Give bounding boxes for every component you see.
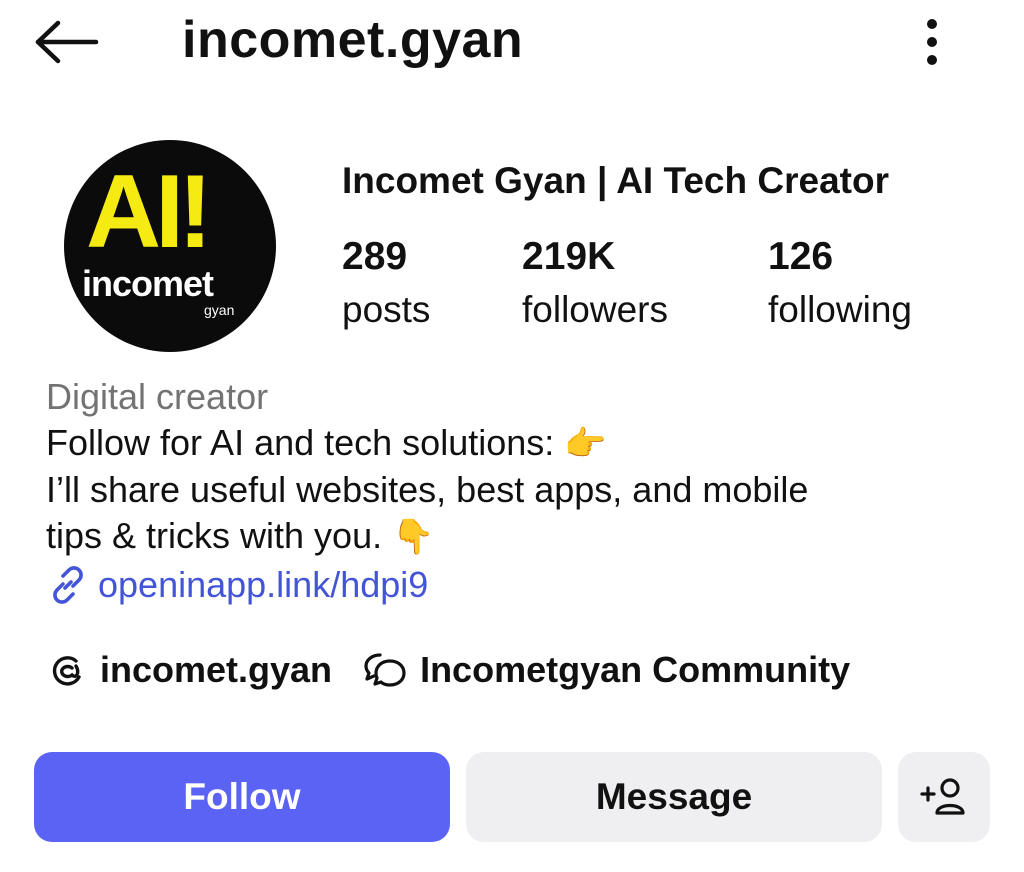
add-person-icon: [920, 778, 965, 815]
profile-display-name: Incomet Gyan | AI Tech Creator: [342, 160, 889, 201]
followers-count: 219K: [522, 235, 616, 278]
message-button[interactable]: Message: [466, 752, 882, 842]
posts-count: 289: [342, 235, 408, 278]
threads-icon: [52, 656, 81, 686]
following-label: following: [768, 289, 912, 330]
bio-link-text: openinapp.link/hdpi9: [98, 564, 429, 605]
avatar-logo-sub: gyan: [204, 302, 235, 318]
suggested-people-button[interactable]: [898, 752, 990, 842]
pointing-down-emoji-icon: 👇: [392, 517, 435, 557]
more-options-button[interactable]: [910, 12, 954, 72]
threads-link[interactable]: incomet.gyan: [46, 642, 332, 698]
threads-handle: incomet.gyan: [100, 649, 333, 690]
stat-followers[interactable]: 219K followers: [522, 232, 668, 338]
arrow-left-icon: [35, 20, 99, 64]
social-links: incomet.gyan Incometgyan Community: [46, 642, 880, 698]
profile-category: Digital creator: [46, 376, 269, 417]
stat-posts[interactable]: 289 posts: [342, 232, 430, 338]
profile-bio: Digital creator Follow for AI and tech s…: [46, 374, 986, 608]
pointing-right-emoji-icon: 👉: [564, 424, 607, 464]
top-bar: incomet.gyan: [0, 0, 1024, 90]
following-count: 126: [768, 235, 834, 278]
profile-avatar[interactable]: AI! incomet gyan: [64, 140, 276, 352]
bio-line: I’ll share useful websites, best apps, a…: [46, 467, 986, 513]
bio-line-text: tips & tricks with you.: [46, 515, 383, 556]
bio-link[interactable]: openinapp.link/hdpi9: [46, 562, 986, 608]
posts-label: posts: [342, 289, 431, 330]
bio-line: Follow for AI and tech solutions: 👉: [46, 420, 986, 467]
community-name: Incometgyan Community: [420, 649, 851, 690]
link-icon: [53, 566, 83, 604]
avatar-logo-word: incomet: [82, 263, 214, 304]
vertical-dots-icon: [927, 19, 937, 65]
bio-line: tips & tricks with you. 👇: [46, 513, 986, 560]
followers-label: followers: [522, 289, 668, 330]
bio-line-text: I’ll share useful websites, best apps, a…: [46, 469, 809, 510]
community-link[interactable]: Incometgyan Community: [362, 642, 850, 698]
chat-bubbles-icon: [364, 653, 406, 687]
back-button[interactable]: [34, 14, 106, 70]
avatar-logo-mark: AI!: [86, 154, 213, 270]
profile-username-title: incomet.gyan: [182, 11, 524, 69]
stat-following[interactable]: 126 following: [768, 232, 912, 338]
bio-line-text: Follow for AI and tech solutions:: [46, 422, 555, 463]
follow-button[interactable]: Follow: [34, 752, 450, 842]
